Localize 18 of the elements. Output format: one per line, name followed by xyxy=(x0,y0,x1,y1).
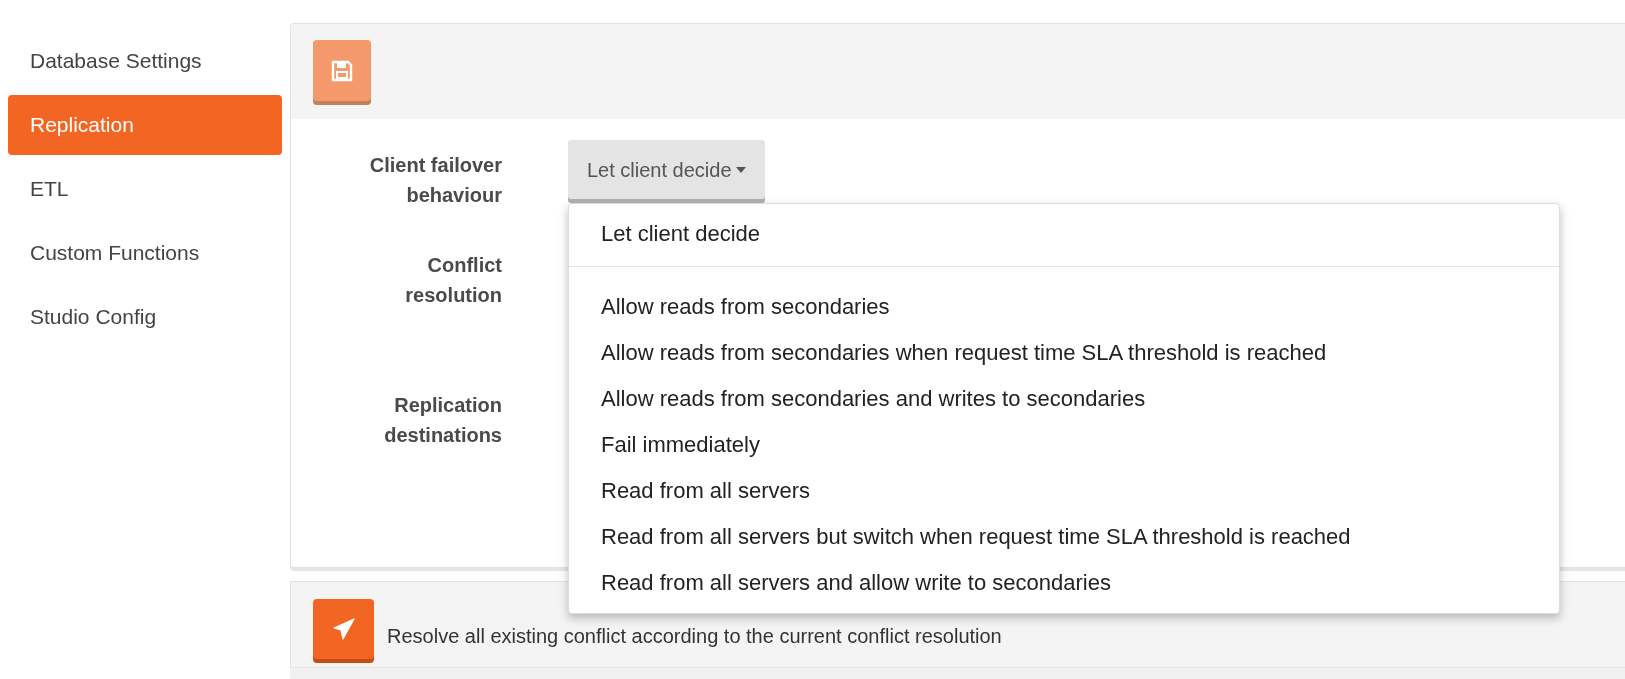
menu-option[interactable]: Read from all servers xyxy=(569,468,1559,514)
menu-option[interactable]: Read from all servers but switch when request time SLA threshold is reached xyxy=(569,514,1559,560)
paper-plane-icon xyxy=(331,617,356,641)
menu-option[interactable]: Allow reads from secondaries xyxy=(569,284,1559,330)
menu-option[interactable]: Read from all servers and allow write to secondaries xyxy=(569,560,1559,606)
menu-option[interactable]: Allow reads from secondaries when request time SLA threshold is reached xyxy=(569,330,1559,376)
caret-icon xyxy=(735,166,746,173)
field-label: Replication destinations xyxy=(383,393,502,448)
field-label: Conflict resolution xyxy=(404,253,502,308)
sidebar-item[interactable]: Custom Functions xyxy=(8,223,282,283)
resolve-description: Resolve all existing conflict according to the current conflict resolution xyxy=(387,624,1002,649)
sidebar-item[interactable]: Database Settings xyxy=(8,31,282,91)
menu-option[interactable]: Fail immediately xyxy=(569,422,1559,468)
sidebar-item[interactable]: Studio Config xyxy=(8,287,282,347)
field-label: Client failover behaviour xyxy=(368,153,502,208)
sidebar-item[interactable]: ETL xyxy=(8,159,282,219)
menu-option[interactable]: Let client decide xyxy=(569,211,1559,257)
menu-option[interactable]: Allow reads from secondaries and writes to secondaries xyxy=(569,376,1559,422)
